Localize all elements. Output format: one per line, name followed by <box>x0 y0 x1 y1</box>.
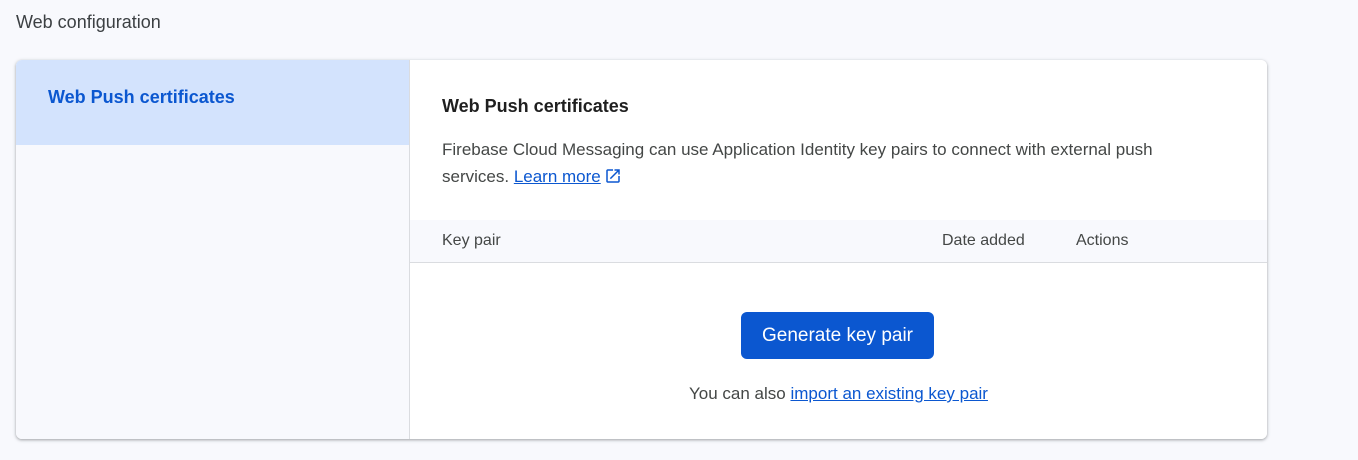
import-key-pair-link[interactable]: import an existing key pair <box>790 384 987 403</box>
section-title: Web Push certificates <box>442 96 629 116</box>
table-header: Key pair Date added Actions <box>410 220 1267 263</box>
page-title: Web configuration <box>16 12 161 32</box>
sidebar-item-web-push-certificates[interactable]: Web Push certificates <box>16 60 409 145</box>
learn-more-link[interactable]: Learn more <box>514 167 601 186</box>
column-header-key-pair: Key pair <box>442 232 501 249</box>
web-push-card: Web Push certificates Web Push certifica… <box>16 60 1267 439</box>
column-header-date-added: Date added <box>942 232 1025 249</box>
sidebar: Web Push certificates <box>16 60 410 439</box>
column-header-actions: Actions <box>1076 232 1129 249</box>
import-key-pair-line: You can also import an existing key pair <box>410 383 1267 405</box>
import-prefix-text: You can also <box>689 384 786 403</box>
generate-key-pair-button[interactable]: Generate key pair <box>741 312 934 359</box>
section-description: Firebase Cloud Messaging can use Applica… <box>442 136 1222 193</box>
main-content: Web Push certificates Firebase Cloud Mes… <box>410 60 1267 439</box>
sidebar-item-label: Web Push certificates <box>48 87 235 107</box>
open-in-new-icon[interactable] <box>604 166 622 193</box>
